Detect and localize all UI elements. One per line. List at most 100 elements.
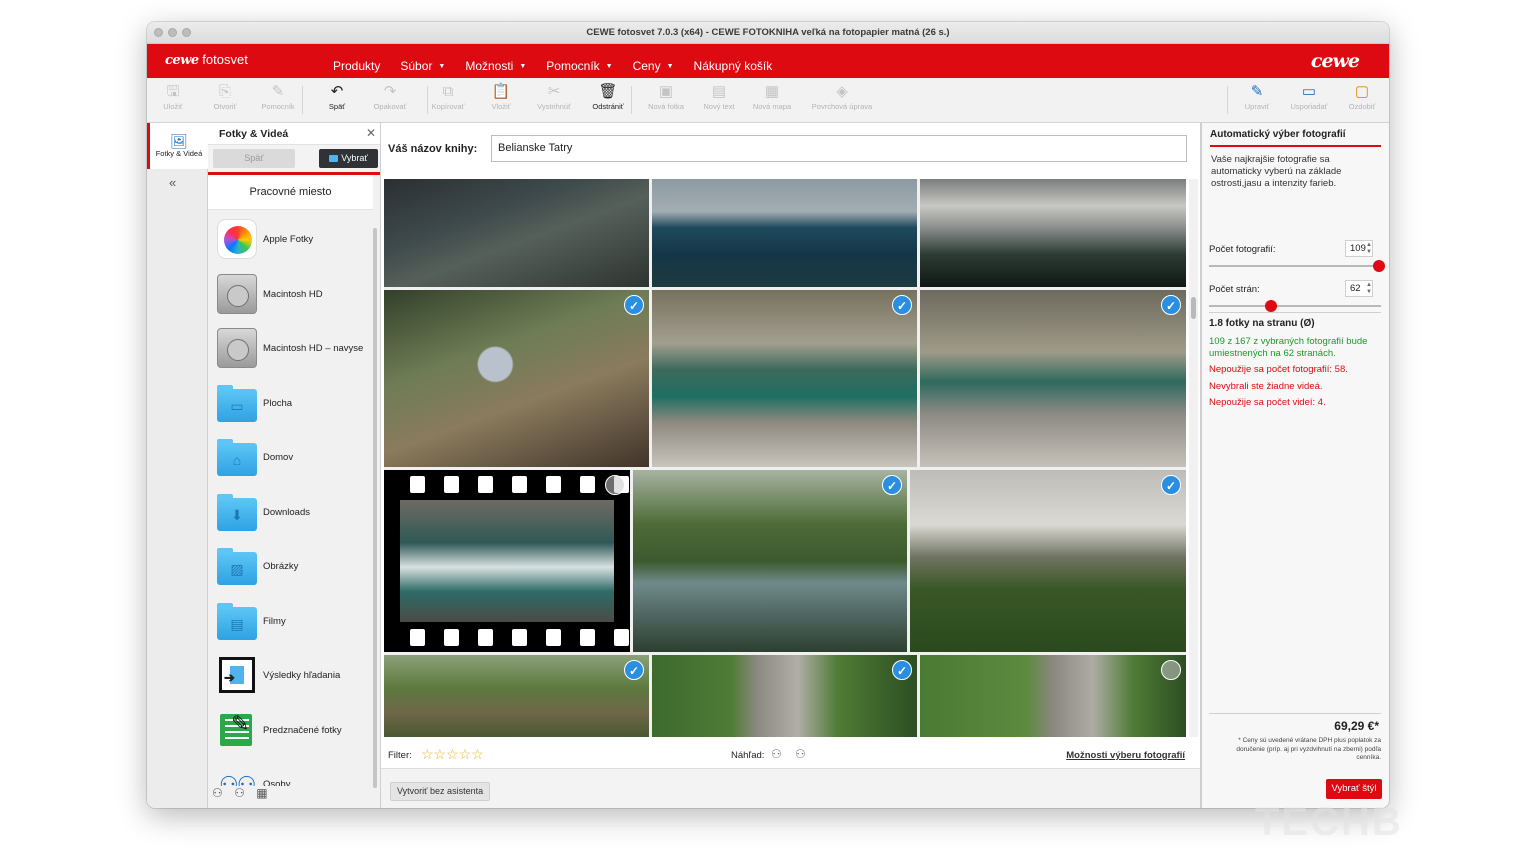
menu-item-1[interactable]: Súbor ▼ <box>400 59 445 73</box>
unselected-circle-icon[interactable] <box>605 475 625 495</box>
source-item[interactable]: ✎ Predznačené fotky <box>208 704 373 759</box>
source-item[interactable]: Macintosh HD – navyse <box>208 322 373 377</box>
people-add-icon[interactable]: ⚇ <box>212 786 223 800</box>
people-remove-icon[interactable]: ⚇ <box>234 786 245 800</box>
photo-thumbnail[interactable] <box>920 655 1186 737</box>
selected-check-icon[interactable]: ✓ <box>892 660 912 680</box>
photo-thumbnail[interactable]: ✓ <box>910 470 1186 652</box>
collapse-panel-icon[interactable]: « <box>169 175 176 190</box>
star-rating-filter[interactable]: ☆☆☆☆☆ <box>421 746 484 763</box>
chevron-down-icon: ▼ <box>519 63 527 70</box>
source-item-label: Macintosh HD – navyse <box>263 343 364 355</box>
source-item[interactable]: ➔ Výsledky hľadania <box>208 649 373 704</box>
book-title-input[interactable]: Belianske Tatry <box>491 135 1187 162</box>
photo-grid-scrollbar[interactable] <box>1189 179 1198 737</box>
photos-per-page: 1.8 fotky na stranu (Ø) <box>1209 318 1315 329</box>
choose-style-button[interactable]: Vybrať štýl <box>1326 779 1382 799</box>
scrollbar-thumb[interactable] <box>1191 297 1196 319</box>
workplace-item[interactable]: Pracovné miesto <box>208 175 373 210</box>
selected-check-icon[interactable]: ✓ <box>624 295 644 315</box>
film-strip-hole <box>614 629 629 646</box>
photo-thumbnail[interactable]: ✓ <box>920 290 1186 467</box>
toolbar-help-button[interactable]: ✎ Pomocník <box>261 82 294 111</box>
preview-people-icon[interactable]: ⚇ <box>771 747 782 761</box>
toolbar-arrange-button[interactable]: ▭ Usporiadať <box>1291 82 1328 111</box>
source-scrollbar[interactable] <box>373 228 377 788</box>
menu-item-0[interactable]: Produkty <box>333 59 380 73</box>
toolbar-redo-button[interactable]: ↷ Opakovať <box>374 82 407 111</box>
video-thumbnail[interactable] <box>384 470 630 652</box>
source-item[interactable]: ▨ Obrázky <box>208 540 373 595</box>
source-item[interactable]: ▭ Plocha <box>208 377 373 432</box>
photo-selection-options-link[interactable]: Možnosti výberu fotografií <box>1066 750 1185 761</box>
menu-item-5[interactable]: Nákupný košík <box>694 59 773 73</box>
toolbar-divider <box>1227 86 1228 114</box>
copy-icon: ⧉ <box>442 83 454 100</box>
preview-people-alt-icon[interactable]: ⚇ <box>795 747 806 761</box>
page-count-stepper[interactable]: 62 ▲ ▼ <box>1345 280 1373 297</box>
photo-thumbnail[interactable]: ✓ <box>384 290 649 467</box>
close-icon[interactable]: ✕ <box>366 126 376 140</box>
photo-thumbnail[interactable]: ✓ <box>633 470 907 652</box>
toolbar-cut-button[interactable]: ✂ Vystrihnúť <box>537 82 571 111</box>
selected-check-icon[interactable]: ✓ <box>1161 295 1181 315</box>
select-button[interactable]: Vybrať <box>319 149 378 168</box>
menu-item-4[interactable]: Ceny ▼ <box>633 59 674 73</box>
toolbar-edit-button[interactable]: ✎ Upraviť <box>1245 82 1270 111</box>
toolbar-undo-button[interactable]: ↶ Späť <box>329 82 345 111</box>
selected-check-icon[interactable]: ✓ <box>892 295 912 315</box>
toolbar-finish-button[interactable]: ◈ Povrchová úprava <box>812 82 872 111</box>
unselected-circle-icon[interactable] <box>1161 660 1181 680</box>
toolbar-label: Kopírovať <box>431 102 465 111</box>
photo-count-slider[interactable] <box>1209 260 1385 272</box>
photo-thumbnail[interactable]: ✓ <box>652 290 917 467</box>
arrange-icon: ▭ <box>1301 83 1317 100</box>
divider <box>1209 713 1381 714</box>
selected-check-icon[interactable]: ✓ <box>882 475 902 495</box>
source-panel-title: Fotky & Videá <box>219 128 289 140</box>
grid-icon[interactable]: ▦ <box>256 786 267 800</box>
page-count-slider[interactable] <box>1209 300 1381 312</box>
toolbar-new-photo-button[interactable]: ▣ Nová fotka <box>648 82 684 111</box>
photo-count-stepper[interactable]: 109 ▲ ▼ <box>1345 240 1373 257</box>
toolbar-new-text-button[interactable]: ▤ Nový text <box>703 82 734 111</box>
photo-thumbnail[interactable]: ✓ <box>652 655 917 737</box>
photo-thumbnail[interactable] <box>652 179 917 287</box>
source-item[interactable]: ⬇ Downloads <box>208 486 373 541</box>
trash-icon: 🗑 <box>598 83 618 100</box>
toolbar-trash-button[interactable]: 🗑 Odstrániť <box>592 82 623 111</box>
page-count-slider-knob[interactable] <box>1264 300 1277 312</box>
menu-item-3[interactable]: Pomocník ▼ <box>546 59 612 73</box>
toolbar-paste-button[interactable]: 📋 Vložiť <box>491 82 510 111</box>
create-without-assistant-button[interactable]: Vytvoriť bez asistenta <box>390 782 491 801</box>
filter-label: Filter: <box>388 750 412 761</box>
stepper-arrows-icon[interactable]: ▲ ▼ <box>1366 282 1372 296</box>
menu-item-2[interactable]: Možnosti ▼ <box>465 59 526 73</box>
photo-count-slider-knob[interactable] <box>1373 260 1385 272</box>
toolbar-save-button[interactable]: 🖫 Uložiť <box>163 82 182 111</box>
source-item[interactable]: Macintosh HD <box>208 268 373 323</box>
film-strip-hole <box>546 476 561 493</box>
photo-thumbnail[interactable]: ✓ <box>384 655 649 737</box>
new-photo-icon: ▣ <box>658 83 674 100</box>
source-item[interactable]: ⌂ Domov <box>208 431 373 486</box>
selected-check-icon[interactable]: ✓ <box>624 660 644 680</box>
toolbar-open-button[interactable]: ⎘ Otvoriť <box>214 82 237 111</box>
toolbar-decorate-button[interactable]: ▢ Ozdobiť <box>1349 82 1376 111</box>
tab-photos-videos[interactable]: 🖼 Fotky & Videá <box>147 123 208 169</box>
photo-thumbnail[interactable] <box>384 179 649 287</box>
source-item[interactable]: ▤ Filmy <box>208 595 373 650</box>
paste-icon: 📋 <box>491 83 511 100</box>
photo-thumbnail[interactable] <box>920 179 1186 287</box>
decorate-icon: ▢ <box>1354 83 1370 100</box>
menu-item-label: Nákupný košík <box>693 59 773 73</box>
unused-photos-message: Nepoužije sa počet fotografií: 58. <box>1209 364 1348 375</box>
toolbar-copy-button[interactable]: ⧉ Kopírovať <box>432 82 465 111</box>
source-item[interactable]: Apple Fotky <box>208 213 373 268</box>
toolbar-new-map-button[interactable]: ▦ Nová mapa <box>753 82 791 111</box>
photo-count-row: Počet fotografií: 109 ▲ ▼ <box>1209 240 1381 257</box>
back-button[interactable]: Späť <box>213 149 295 168</box>
apple-photos-icon <box>217 219 257 259</box>
stepper-arrows-icon[interactable]: ▲ ▼ <box>1366 242 1372 256</box>
selected-check-icon[interactable]: ✓ <box>1161 475 1181 495</box>
